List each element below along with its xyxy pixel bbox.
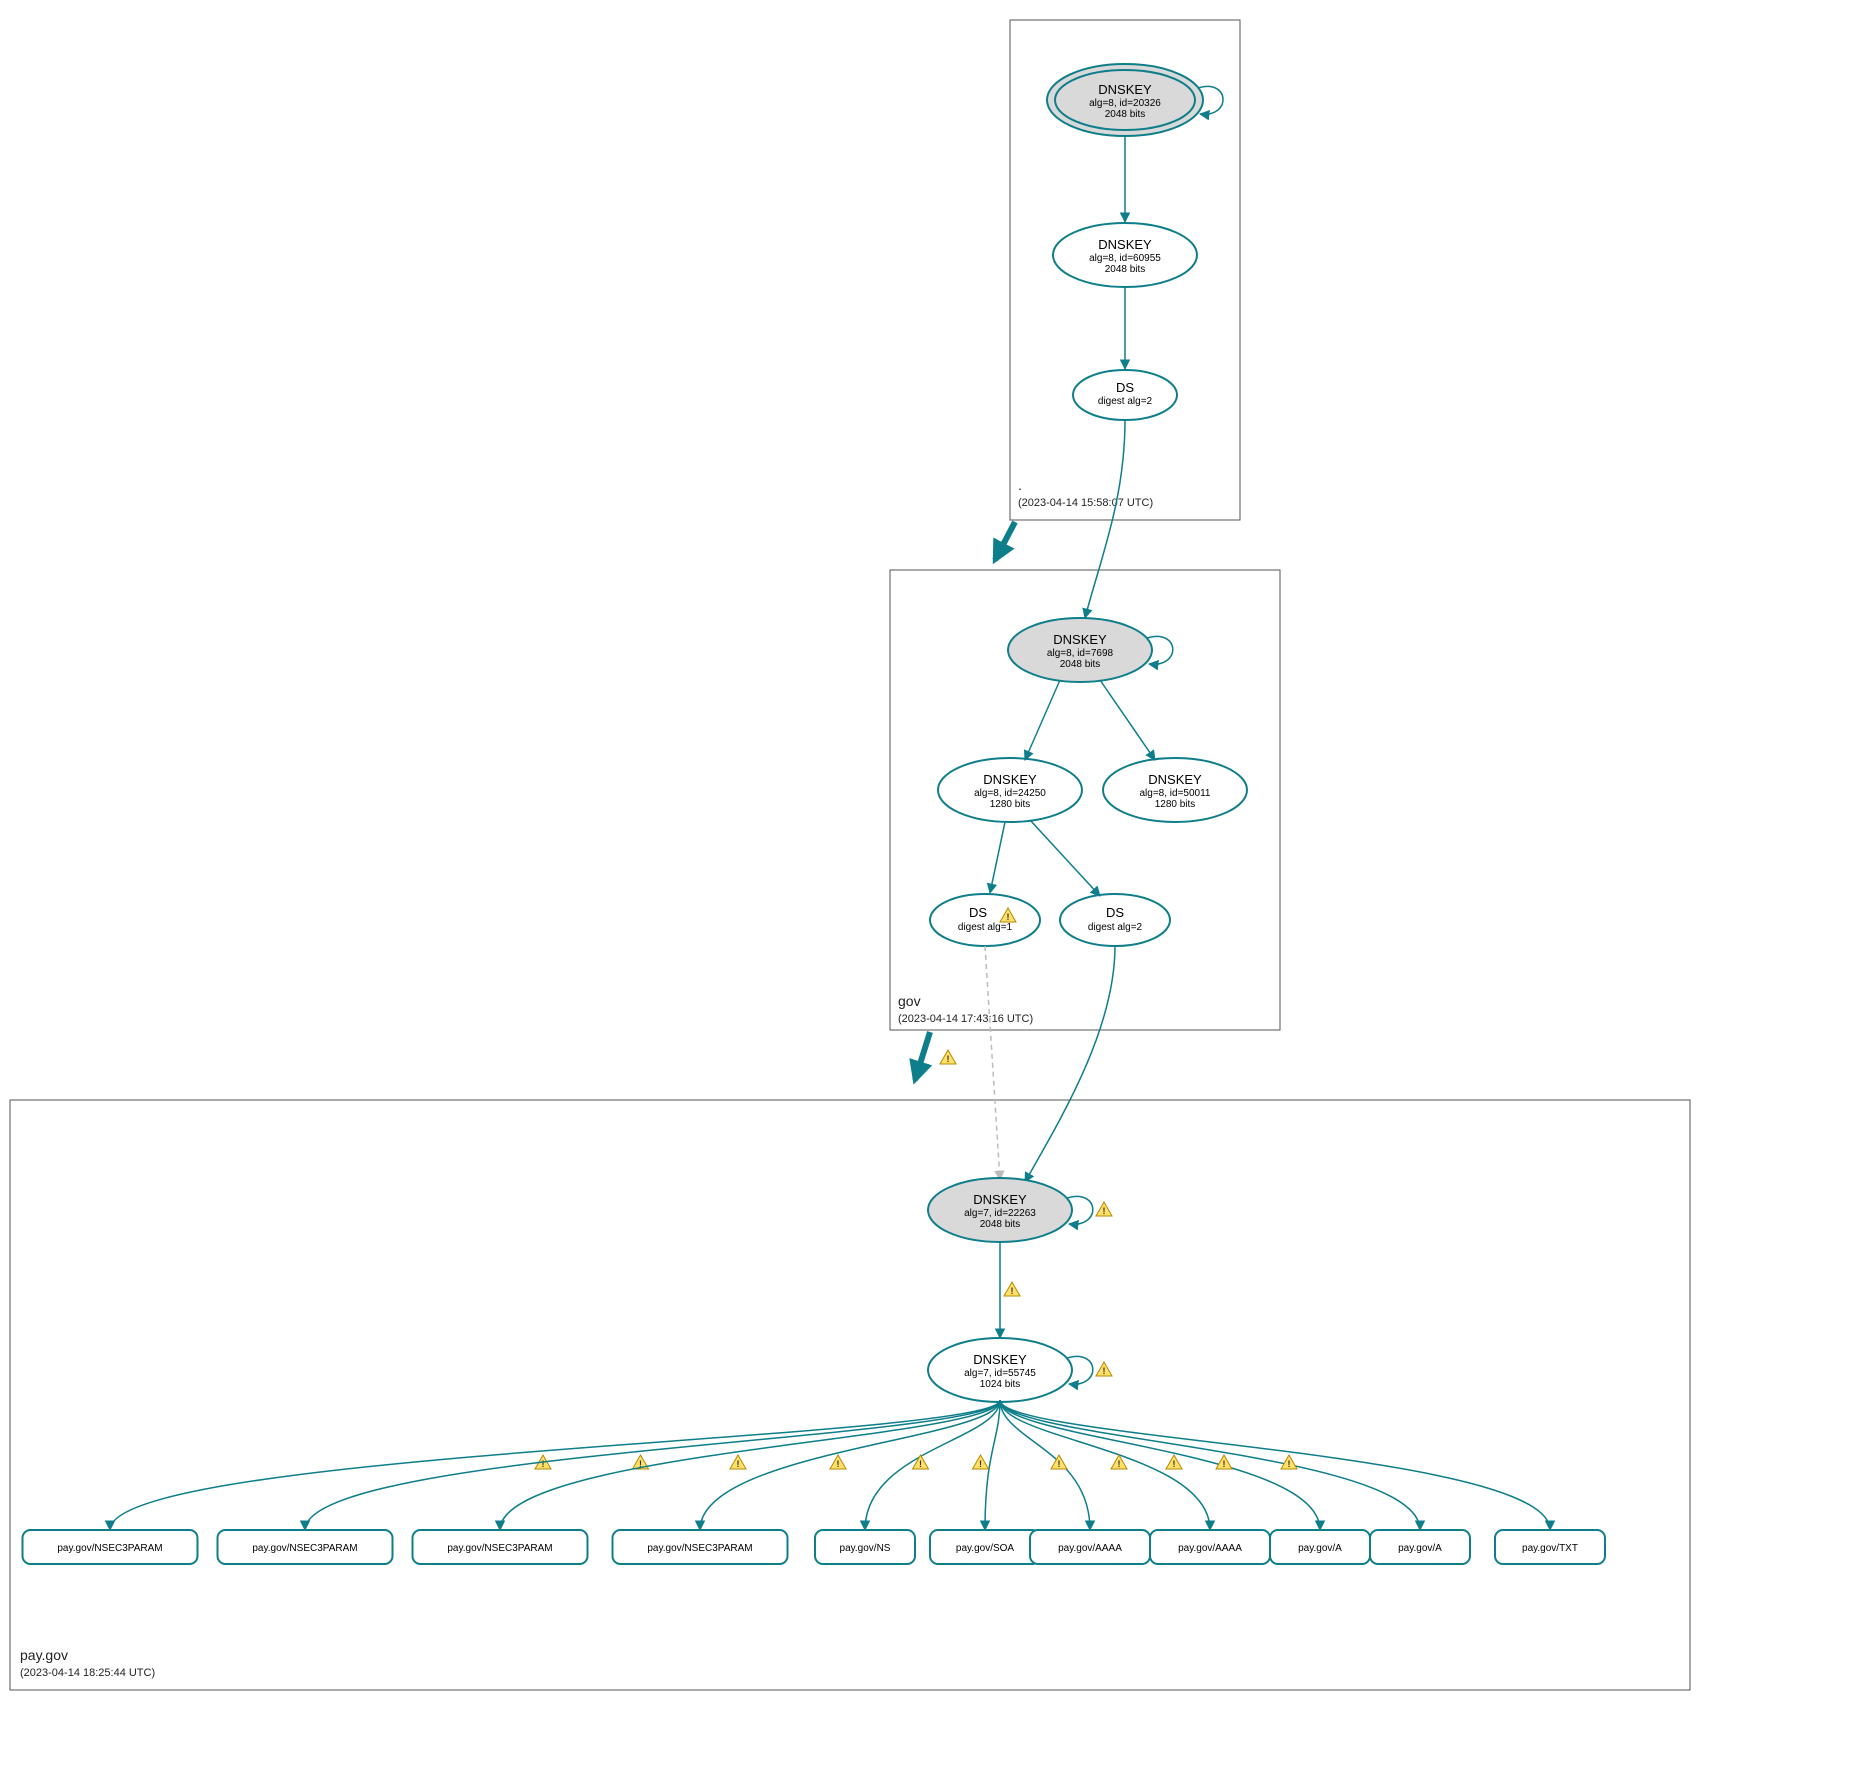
svg-text:digest alg=2: digest alg=2 — [1098, 396, 1153, 407]
zone-label-paygov: pay.gov — [20, 1647, 68, 1663]
rr-label-8: pay.gov/A — [1298, 1543, 1342, 1554]
warn-icon: ! — [1281, 1455, 1297, 1469]
svg-text:!: ! — [1103, 1366, 1106, 1376]
warn-icon: ! — [1216, 1455, 1232, 1469]
edge-ds2-pgksk — [1025, 946, 1115, 1182]
zone-label-gov: gov — [898, 993, 921, 1009]
svg-text:!: ! — [1103, 1206, 1106, 1216]
svg-text:1024 bits: 1024 bits — [980, 1379, 1021, 1390]
edge-rootds-govksk — [1085, 420, 1125, 618]
svg-text:alg=7, id=55745: alg=7, id=55745 — [964, 1368, 1036, 1379]
svg-text:!: ! — [542, 1459, 545, 1469]
svg-text:alg=8, id=50011: alg=8, id=50011 — [1140, 788, 1211, 799]
svg-text:!: ! — [919, 1459, 922, 1469]
svg-text:DS: DS — [1106, 905, 1124, 920]
svg-text:DNSKEY: DNSKEY — [973, 1192, 1027, 1207]
node-root-ksk: DNSKEY alg=8, id=20326 2048 bits — [1047, 64, 1203, 136]
svg-text:!: ! — [737, 1459, 740, 1469]
rr-label-9: pay.gov/A — [1398, 1543, 1442, 1554]
rr-label-2: pay.gov/NSEC3PARAM — [447, 1543, 552, 1554]
node-gov-ds1: DS digest alg=1 — [930, 894, 1040, 946]
warn-icon: ! — [1004, 1282, 1020, 1296]
warn-icon: ! — [1166, 1455, 1182, 1469]
node-root-zsk: DNSKEY alg=8, id=60955 2048 bits — [1053, 223, 1197, 287]
warn-icon: ! — [940, 1050, 956, 1064]
warn-icon: ! — [973, 1455, 989, 1469]
svg-text:2048 bits: 2048 bits — [1060, 659, 1101, 670]
svg-text:!: ! — [1118, 1459, 1121, 1469]
node-gov-zsk1: DNSKEY alg=8, id=24250 1280 bits — [938, 758, 1082, 822]
svg-text:!: ! — [947, 1054, 950, 1064]
svg-text:2048 bits: 2048 bits — [980, 1219, 1021, 1230]
svg-text:2048 bits: 2048 bits — [1105, 264, 1146, 275]
svg-text:!: ! — [1288, 1459, 1291, 1469]
svg-text:alg=7, id=22263: alg=7, id=22263 — [964, 1208, 1036, 1219]
svg-text:alg=8, id=60955: alg=8, id=60955 — [1089, 253, 1161, 264]
node-pg-ksk: DNSKEY alg=7, id=22263 2048 bits — [928, 1178, 1072, 1242]
svg-text:1280 bits: 1280 bits — [1155, 799, 1196, 810]
warn-icon: ! — [1096, 1362, 1112, 1376]
zone-time-root: (2023-04-14 15:58:07 UTC) — [1018, 497, 1153, 509]
svg-text:!: ! — [1173, 1459, 1176, 1469]
rr-label-3: pay.gov/NSEC3PARAM — [647, 1543, 752, 1554]
svg-text:DNSKEY: DNSKEY — [1098, 237, 1152, 252]
warn-icon: ! — [913, 1455, 929, 1469]
svg-text:2048 bits: 2048 bits — [1105, 109, 1146, 120]
edge-govzsk1-ds1 — [990, 822, 1005, 893]
node-root-ds: DS digest alg=2 — [1073, 370, 1177, 420]
svg-text:!: ! — [1011, 1286, 1014, 1296]
node-gov-zsk2: DNSKEY alg=8, id=50011 1280 bits — [1103, 758, 1247, 822]
warn-icon: ! — [1096, 1202, 1112, 1216]
zone-label-root: . — [1018, 477, 1022, 493]
node-gov-ds2: DS digest alg=2 — [1060, 894, 1170, 946]
svg-text:DNSKEY: DNSKEY — [983, 772, 1037, 787]
svg-text:DNSKEY: DNSKEY — [1053, 632, 1107, 647]
node-pg-zsk: DNSKEY alg=7, id=55745 1024 bits — [928, 1338, 1072, 1402]
rr-label-5: pay.gov/SOA — [956, 1543, 1015, 1554]
rr-label-0: pay.gov/NSEC3PARAM — [57, 1543, 162, 1554]
svg-text:1280 bits: 1280 bits — [990, 799, 1031, 810]
zone-arrow-root-gov — [995, 522, 1015, 560]
svg-text:DS: DS — [969, 905, 987, 920]
svg-text:DNSKEY: DNSKEY — [1148, 772, 1202, 787]
rr-label-7: pay.gov/AAAA — [1178, 1543, 1242, 1554]
edge-govksk-zsk1 — [1025, 680, 1060, 760]
warn-icon: ! — [830, 1455, 846, 1469]
edge-govksk-zsk2 — [1100, 680, 1155, 760]
svg-text:!: ! — [1007, 912, 1010, 922]
rr-label-10: pay.gov/TXT — [1522, 1543, 1578, 1554]
rr-label-6: pay.gov/AAAA — [1058, 1543, 1122, 1554]
svg-text:DNSKEY: DNSKEY — [1098, 82, 1152, 97]
edge-ds1-pgksk — [985, 946, 1000, 1180]
warn-icon: ! — [730, 1455, 746, 1469]
edge-pgzsk-rr0 — [110, 1400, 1000, 1530]
svg-text:DNSKEY: DNSKEY — [973, 1352, 1027, 1367]
svg-text:alg=8, id=7698: alg=8, id=7698 — [1047, 648, 1114, 659]
svg-text:alg=8, id=24250: alg=8, id=24250 — [974, 788, 1046, 799]
edge-pgzsk-rr10 — [1000, 1400, 1550, 1530]
dnssec-graph: . (2023-04-14 15:58:07 UTC) DNSKEY alg=8… — [0, 0, 1849, 1772]
svg-text:digest alg=1: digest alg=1 — [958, 922, 1013, 933]
svg-text:digest alg=2: digest alg=2 — [1088, 922, 1143, 933]
zone-arrow-gov-paygov — [915, 1032, 930, 1080]
svg-text:alg=8, id=20326: alg=8, id=20326 — [1089, 98, 1161, 109]
svg-text:!: ! — [837, 1459, 840, 1469]
svg-text:!: ! — [979, 1459, 982, 1469]
svg-text:!: ! — [1058, 1459, 1061, 1469]
svg-text:!: ! — [1223, 1459, 1226, 1469]
zone-time-paygov: (2023-04-14 18:25:44 UTC) — [20, 1667, 155, 1679]
svg-text:DS: DS — [1116, 380, 1134, 395]
edge-govzsk1-ds2 — [1030, 820, 1100, 896]
zone-time-gov: (2023-04-14 17:43:16 UTC) — [898, 1013, 1033, 1025]
node-gov-ksk: DNSKEY alg=8, id=7698 2048 bits — [1008, 618, 1152, 682]
zone-box-paygov — [10, 1100, 1690, 1690]
rr-label-1: pay.gov/NSEC3PARAM — [252, 1543, 357, 1554]
rr-label-4: pay.gov/NS — [840, 1543, 891, 1554]
